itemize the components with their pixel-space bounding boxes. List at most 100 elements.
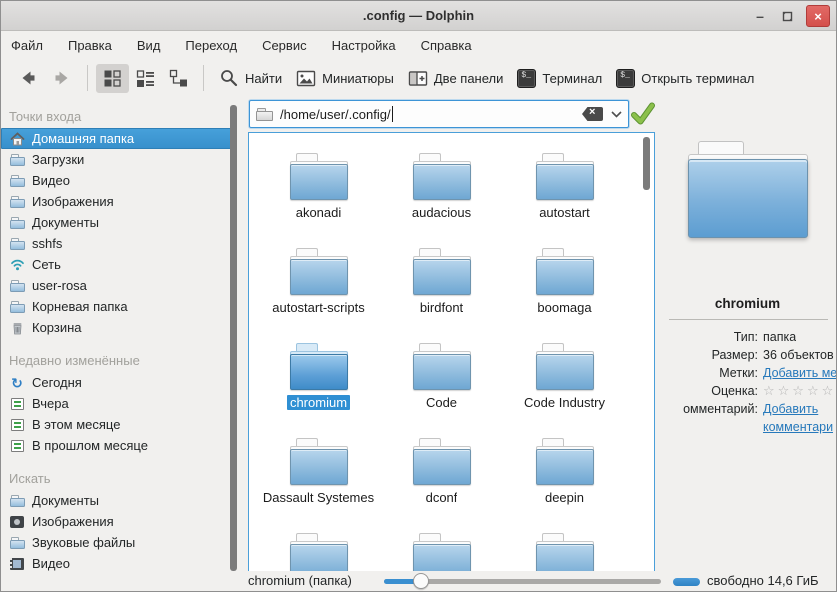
zoom-slider[interactable]	[384, 571, 661, 591]
details-view-button[interactable]	[129, 64, 162, 93]
folder-item[interactable]: autostart	[503, 145, 626, 240]
folder-item-selected[interactable]: chromium	[257, 335, 380, 430]
sidebar-item-last-month[interactable]: В прошлом месяце	[1, 435, 239, 456]
sidebar-item-today[interactable]: ↻ Сегодня	[1, 372, 239, 393]
open-terminal-button[interactable]: $_ Открыть терминал	[609, 64, 761, 93]
tree-view-button[interactable]	[162, 64, 195, 93]
sidebar-item-video[interactable]: Видео	[1, 170, 239, 191]
calendar-icon	[10, 397, 24, 410]
folder-name: boomaga	[537, 300, 592, 315]
sidebar-scrollbar[interactable]	[230, 105, 237, 571]
sidebar-item-network[interactable]: Сеть	[1, 254, 239, 275]
search-icon	[221, 70, 238, 87]
terminal-icon: $_	[517, 68, 537, 88]
folder-item[interactable]: dconf	[380, 430, 503, 525]
places-section-title: Точки входа	[9, 109, 82, 124]
rating-stars[interactable]: ☆☆☆☆☆	[763, 382, 836, 400]
sidebar-item-this-month[interactable]: В этом месяце	[1, 414, 239, 435]
sidebar-item-home[interactable]: Домашняя папка	[1, 128, 237, 149]
info-row-tags: Метки: Добавить метки	[657, 364, 836, 382]
back-button[interactable]	[11, 63, 45, 93]
folder-item[interactable]	[257, 525, 380, 571]
folder-icon	[9, 153, 25, 166]
menubar: Файл Правка Вид Переход Сервис Настройка…	[1, 32, 836, 59]
image-icon	[10, 515, 24, 528]
folder-view[interactable]: akonadi audacious autostart autostart-sc…	[248, 132, 655, 572]
add-comment-link[interactable]: Добавить комментарий	[763, 400, 833, 436]
sidebar-item-search-audio[interactable]: Звуковые файлы	[1, 532, 239, 553]
sidebar-item-pictures[interactable]: Изображения	[1, 191, 239, 212]
scrollbar-track[interactable]	[642, 135, 652, 569]
menu-go[interactable]: Переход	[185, 38, 237, 53]
terminal-panel-button[interactable]: $_ Терминал	[510, 64, 609, 93]
folder-item[interactable]	[503, 525, 626, 571]
folder-item[interactable]: Dassault Systemes	[257, 430, 380, 525]
menu-edit[interactable]: Правка	[68, 38, 112, 53]
forward-button[interactable]	[45, 63, 79, 93]
folder-icon	[412, 533, 471, 571]
clear-text-icon[interactable]: ×	[582, 107, 603, 121]
location-bar-controls: ×	[582, 107, 622, 121]
folder-grid: akonadi audacious autostart autostart-sc…	[251, 133, 638, 571]
find-button[interactable]: Найти	[212, 63, 289, 93]
folder-name: audacious	[411, 205, 472, 220]
add-tags-link[interactable]: Добавить метки	[763, 364, 836, 382]
folder-item[interactable]: birdfont	[380, 240, 503, 335]
sidebar-item-label: Документы	[32, 493, 100, 508]
sidebar-item-documents[interactable]: Документы	[1, 212, 239, 233]
sidebar-item-yesterday[interactable]: Вчера	[1, 393, 239, 414]
home-icon	[9, 131, 25, 146]
folder-item[interactable]: Code Industry	[503, 335, 626, 430]
apply-location-button[interactable]	[630, 101, 656, 127]
free-space-bar	[673, 578, 700, 586]
restore-icon	[782, 11, 793, 21]
sidebar-item-user-rosa[interactable]: user-rosa	[1, 275, 239, 296]
thumbnails-button[interactable]: Миниатюры	[289, 64, 401, 93]
folder-icon	[9, 216, 25, 229]
sidebar-item-label: В прошлом месяце	[32, 438, 148, 453]
folder-icon	[256, 107, 273, 121]
maximize-button[interactable]	[781, 10, 794, 23]
folder-item[interactable]	[380, 525, 503, 571]
icons-view-icon	[104, 69, 121, 87]
sidebar-item-label: Изображения	[32, 514, 114, 529]
sidebar-item-trash[interactable]: Корзина	[1, 317, 239, 338]
toolbar: Найти Миниатюры Две панели $_ Терминал $…	[1, 59, 836, 97]
folder-icon	[289, 533, 348, 571]
titlebar[interactable]: .config — Dolphin – ×	[1, 1, 836, 31]
sidebar-item-search-images[interactable]: Изображения	[1, 511, 239, 532]
chevron-down-icon[interactable]	[611, 110, 622, 118]
sidebar-item-downloads[interactable]: Загрузки	[1, 149, 239, 170]
split-button[interactable]: Две панели	[401, 64, 511, 93]
sidebar-item-search-video[interactable]: Видео	[1, 553, 239, 574]
folder-item[interactable]: deepin	[503, 430, 626, 525]
sidebar-item-sshfs[interactable]: sshfs	[1, 233, 239, 254]
folder-view-scrollbar[interactable]	[643, 137, 650, 190]
folder-icon	[9, 494, 25, 507]
sidebar-item-search-documents[interactable]: Документы	[1, 490, 239, 511]
folder-item[interactable]: boomaga	[503, 240, 626, 335]
menu-tools[interactable]: Сервис	[262, 38, 307, 53]
menu-file[interactable]: Файл	[11, 38, 43, 53]
location-bar[interactable]: /home/user/.config/ ×	[249, 100, 629, 128]
history-icon: ↻	[11, 374, 23, 391]
thumbnails-icon	[296, 70, 316, 86]
folder-item[interactable]: Code	[380, 335, 503, 430]
folder-icon	[289, 153, 348, 200]
close-button[interactable]: ×	[806, 5, 830, 27]
menu-view[interactable]: Вид	[137, 38, 161, 53]
sidebar-item-root[interactable]: Корневая папка	[1, 296, 239, 317]
location-input[interactable]: /home/user/.config/	[280, 107, 391, 122]
menu-help[interactable]: Справка	[421, 38, 472, 53]
folder-item[interactable]: audacious	[380, 145, 503, 240]
icons-view-button[interactable]	[96, 63, 129, 93]
folder-item[interactable]: autostart-scripts	[257, 240, 380, 335]
info-label: Оценка:	[711, 384, 758, 398]
calendar-icon	[10, 439, 24, 452]
menu-settings[interactable]: Настройка	[332, 38, 396, 53]
folder-icon	[535, 533, 594, 571]
folder-icon	[412, 438, 471, 485]
minimize-button[interactable]: –	[751, 8, 769, 24]
slider-thumb[interactable]	[413, 573, 429, 589]
folder-item[interactable]: akonadi	[257, 145, 380, 240]
